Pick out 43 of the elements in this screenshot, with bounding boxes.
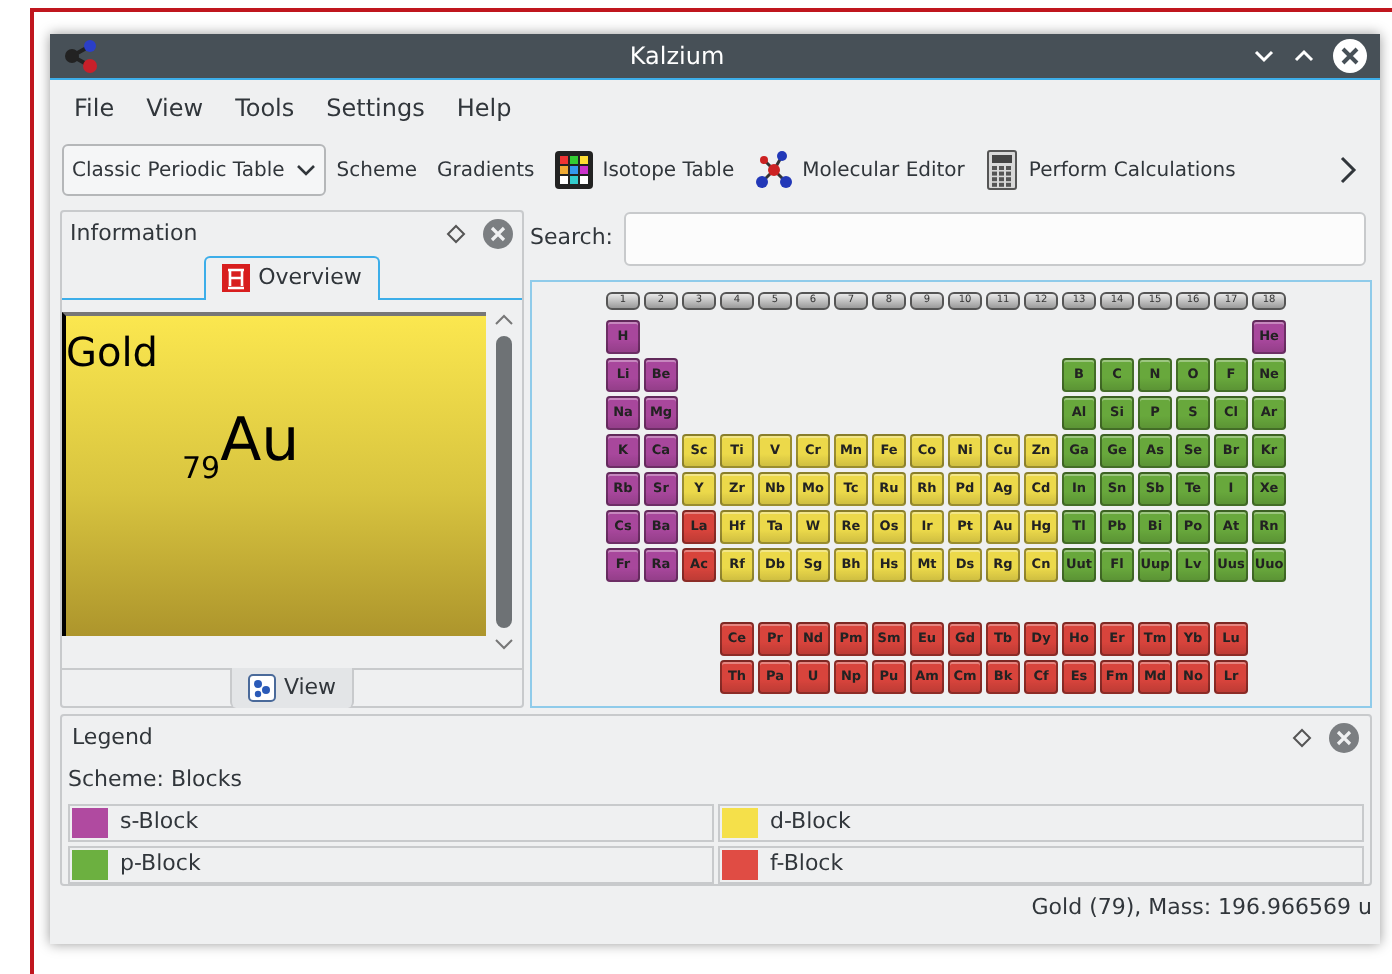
legend-label: f-Block bbox=[770, 847, 844, 880]
panel-title: Information bbox=[70, 217, 200, 250]
toolbar-button[interactable]: Molecular Editor bbox=[744, 146, 975, 194]
grid-icon bbox=[554, 150, 595, 190]
table-select[interactable]: Classic Periodic Table bbox=[62, 144, 327, 196]
scheme-label: Scheme: Blocks bbox=[68, 764, 244, 796]
close-icon[interactable] bbox=[1328, 722, 1360, 754]
menu-item[interactable]: Settings bbox=[310, 86, 441, 130]
tab[interactable]: Overview bbox=[204, 256, 380, 299]
toolbar-button[interactable]: Gradients bbox=[427, 151, 545, 189]
search-label: Search: bbox=[530, 222, 613, 255]
dots-icon bbox=[247, 673, 276, 702]
close-icon[interactable] bbox=[1332, 38, 1368, 74]
close-icon[interactable] bbox=[482, 218, 514, 250]
float-icon[interactable] bbox=[1292, 728, 1312, 748]
float-icon[interactable] bbox=[446, 224, 466, 244]
molecule-icon bbox=[62, 38, 102, 74]
window-title: Kalzium bbox=[627, 40, 727, 74]
legend-label: s-Block bbox=[120, 805, 199, 838]
legend-label: d-Block bbox=[770, 805, 851, 838]
overview-icon bbox=[222, 264, 251, 293]
molecule-icon bbox=[754, 150, 795, 190]
menu-item[interactable]: View bbox=[130, 86, 220, 130]
menu-item[interactable]: Tools bbox=[219, 86, 311, 130]
legend-label: p-Block bbox=[120, 847, 201, 880]
calculator-icon bbox=[984, 150, 1021, 190]
element-symbol: Au bbox=[220, 411, 300, 471]
panel-title: Legend bbox=[72, 721, 155, 754]
atomic-number: 79 bbox=[182, 453, 221, 483]
status-text: Gold (79), Mass: 196.966569 u bbox=[1029, 892, 1374, 924]
caret-icon bbox=[296, 162, 317, 178]
menu-item[interactable]: File bbox=[58, 86, 131, 130]
scrollbar[interactable] bbox=[490, 311, 518, 655]
toolbar-button[interactable]: Isotope Table bbox=[544, 146, 745, 194]
search-field[interactable] bbox=[623, 212, 1366, 266]
tab[interactable]: View bbox=[229, 667, 355, 708]
menu-item[interactable]: Help bbox=[440, 86, 528, 130]
toolbar-button[interactable]: Scheme bbox=[326, 151, 427, 189]
toolbar-button[interactable]: Perform Calculations bbox=[974, 146, 1246, 194]
element-name: Gold bbox=[66, 331, 160, 371]
chevron-down-icon bbox=[494, 635, 514, 651]
chevron-up-icon bbox=[494, 311, 514, 327]
chevron-right-icon[interactable] bbox=[1336, 156, 1360, 184]
